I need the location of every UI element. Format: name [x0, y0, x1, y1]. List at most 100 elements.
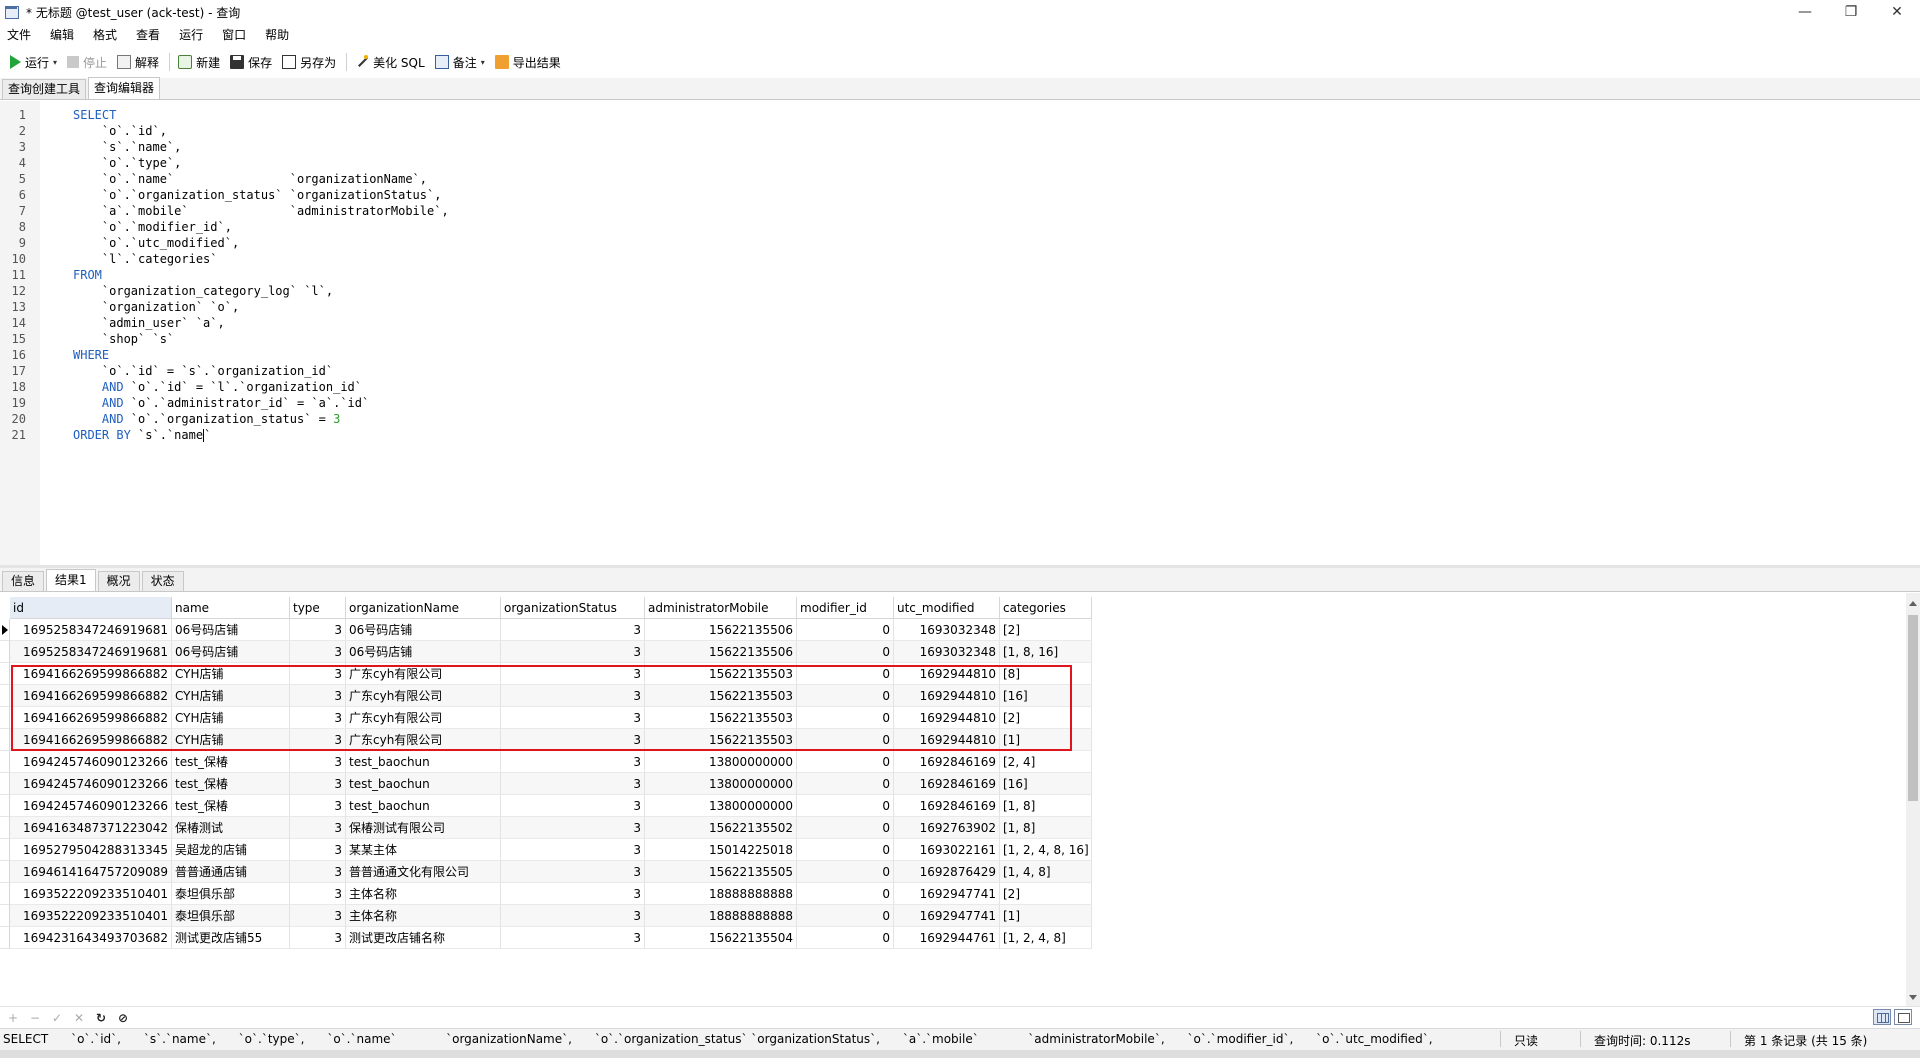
cell-utc-modified[interactable]: 1692947741: [894, 905, 1000, 927]
code-line[interactable]: 4 `o`.`type`,: [0, 155, 1920, 171]
table-row[interactable]: 1694166269599866882 CYH店铺 3 广东cyh有限公司 3 15622…: [0, 663, 1092, 685]
cell-administrator-mobile[interactable]: 18888888888: [645, 905, 797, 927]
row-indicator[interactable]: [0, 729, 10, 751]
explain-button[interactable]: 解释: [113, 50, 163, 74]
cell-organization-status[interactable]: 3: [501, 729, 645, 751]
cell-type[interactable]: 3: [290, 619, 346, 641]
code-text[interactable]: `organization` `o`,: [73, 299, 239, 315]
column-header-organization-status[interactable]: organizationStatus: [501, 597, 645, 619]
column-header-modifier-id[interactable]: modifier_id: [797, 597, 894, 619]
refresh-button[interactable]: ↻: [92, 1009, 110, 1027]
row-indicator[interactable]: [0, 663, 10, 685]
code-line[interactable]: 2 `o`.`id`,: [0, 123, 1920, 139]
cell-categories[interactable]: [2]: [1000, 707, 1092, 729]
cell-organization-name[interactable]: 06号码店铺: [346, 641, 501, 663]
code-text[interactable]: WHERE: [73, 347, 109, 363]
table-row[interactable]: 1694163487371223042 保椿测试 3 保椿测试有限公司 3 1562213…: [0, 817, 1092, 839]
code-text[interactable]: `o`.`modifier_id`,: [73, 219, 232, 235]
cell-utc-modified[interactable]: 1692947741: [894, 883, 1000, 905]
row-indicator[interactable]: [0, 707, 10, 729]
cell-id[interactable]: 1693522209233510401: [10, 905, 172, 927]
cell-modifier-id[interactable]: 0: [797, 707, 894, 729]
code-lines[interactable]: 1 SELECT 2 `o`.`id`, 3 `s`.`name`, 4 `o`.`ty…: [0, 107, 1920, 443]
menu-view[interactable]: 查看: [129, 24, 172, 46]
restore-button[interactable]: ❐: [1828, 0, 1874, 24]
code-text[interactable]: AND `o`.`administrator_id` = `a`.`id`: [73, 395, 369, 411]
cell-categories[interactable]: [1, 2, 4, 8]: [1000, 927, 1092, 949]
cell-administrator-mobile[interactable]: 15622135503: [645, 685, 797, 707]
table-row[interactable]: 1693522209233510401 泰坦俱乐部 3 主体名称 3 1888888888…: [0, 905, 1092, 927]
cell-organization-name[interactable]: 广东cyh有限公司: [346, 729, 501, 751]
cell-name[interactable]: CYH店铺: [172, 729, 290, 751]
tab-message[interactable]: 信息: [2, 571, 45, 591]
cell-categories[interactable]: [2, 4]: [1000, 751, 1092, 773]
code-text[interactable]: `o`.`name` `organizationName`,: [73, 171, 427, 187]
cell-utc-modified[interactable]: 1692763902: [894, 817, 1000, 839]
cell-type[interactable]: 3: [290, 927, 346, 949]
column-header-type[interactable]: type: [290, 597, 346, 619]
cell-categories[interactable]: [16]: [1000, 685, 1092, 707]
row-indicator[interactable]: [0, 773, 10, 795]
menu-edit[interactable]: 编辑: [43, 24, 86, 46]
cell-administrator-mobile[interactable]: 15622135506: [645, 619, 797, 641]
cell-type[interactable]: 3: [290, 861, 346, 883]
row-indicator[interactable]: [0, 861, 10, 883]
code-line[interactable]: 10 `l`.`categories`: [0, 251, 1920, 267]
cell-categories[interactable]: [1, 8, 16]: [1000, 641, 1092, 663]
scroll-up-icon[interactable]: [1909, 601, 1917, 606]
cell-administrator-mobile[interactable]: 15014225018: [645, 839, 797, 861]
cell-modifier-id[interactable]: 0: [797, 619, 894, 641]
column-header-name[interactable]: name: [172, 597, 290, 619]
code-text[interactable]: `admin_user` `a`,: [73, 315, 225, 331]
cell-organization-name[interactable]: test_baochun: [346, 795, 501, 817]
save-as-button[interactable]: 另存为: [278, 50, 340, 74]
cell-type[interactable]: 3: [290, 795, 346, 817]
cell-type[interactable]: 3: [290, 839, 346, 861]
current-row-indicator[interactable]: [0, 619, 10, 641]
cell-utc-modified[interactable]: 1692846169: [894, 773, 1000, 795]
cell-organization-name[interactable]: 广东cyh有限公司: [346, 663, 501, 685]
code-line[interactable]: 9 `o`.`utc_modified`,: [0, 235, 1920, 251]
cell-modifier-id[interactable]: 0: [797, 729, 894, 751]
row-indicator[interactable]: [0, 751, 10, 773]
row-indicator[interactable]: [0, 685, 10, 707]
code-text[interactable]: FROM: [73, 267, 102, 283]
code-line[interactable]: 8 `o`.`modifier_id`,: [0, 219, 1920, 235]
save-button[interactable]: 保存: [226, 50, 276, 74]
menu-window[interactable]: 窗口: [215, 24, 258, 46]
row-indicator[interactable]: [0, 795, 10, 817]
cell-utc-modified[interactable]: 1692876429: [894, 861, 1000, 883]
cell-organization-status[interactable]: 3: [501, 861, 645, 883]
cell-organization-name[interactable]: 06号码店铺: [346, 619, 501, 641]
cell-type[interactable]: 3: [290, 773, 346, 795]
cell-utc-modified[interactable]: 1692846169: [894, 751, 1000, 773]
code-line[interactable]: 3 `s`.`name`,: [0, 139, 1920, 155]
cell-id[interactable]: 1695258347246919681: [10, 641, 172, 663]
cell-type[interactable]: 3: [290, 817, 346, 839]
export-results-button[interactable]: 导出结果: [491, 50, 565, 74]
cell-administrator-mobile[interactable]: 15622135506: [645, 641, 797, 663]
code-line[interactable]: 7 `a`.`mobile` `administratorMobile`,: [0, 203, 1920, 219]
chevron-down-icon[interactable]: ▾: [481, 58, 485, 67]
grid-body[interactable]: 1695258347246919681 06号码店铺 3 06号码店铺 3 1562213…: [0, 619, 1092, 949]
cell-utc-modified[interactable]: 1692846169: [894, 795, 1000, 817]
cell-id[interactable]: 1694245746090123266: [10, 751, 172, 773]
cell-id[interactable]: 1694614164757209089: [10, 861, 172, 883]
menu-run[interactable]: 运行: [172, 24, 215, 46]
cell-categories[interactable]: [2]: [1000, 619, 1092, 641]
cell-categories[interactable]: [1, 8]: [1000, 795, 1092, 817]
column-header-id[interactable]: id: [10, 597, 172, 619]
cell-categories[interactable]: [1]: [1000, 905, 1092, 927]
column-header-categories[interactable]: categories: [1000, 597, 1092, 619]
cell-name[interactable]: 普普通通店铺: [172, 861, 290, 883]
cell-organization-status[interactable]: 3: [501, 883, 645, 905]
row-indicator[interactable]: [0, 839, 10, 861]
code-text[interactable]: `s`.`name`,: [73, 139, 181, 155]
cell-organization-status[interactable]: 3: [501, 707, 645, 729]
code-line[interactable]: 15 `shop` `s`: [0, 331, 1920, 347]
code-text[interactable]: `shop` `s`: [73, 331, 174, 347]
cell-name[interactable]: test_保椿: [172, 795, 290, 817]
menu-format[interactable]: 格式: [86, 24, 129, 46]
cell-categories[interactable]: [1, 2, 4, 8, 16]: [1000, 839, 1092, 861]
cell-id[interactable]: 1695279504288313345: [10, 839, 172, 861]
